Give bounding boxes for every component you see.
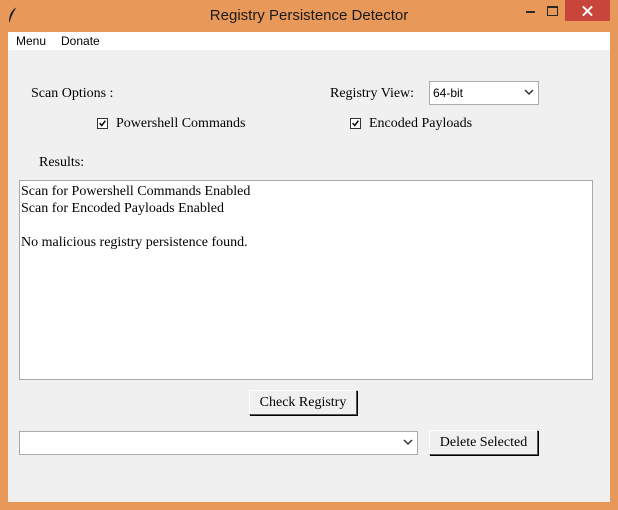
checkmark-icon [99,120,106,127]
scan-options-label: Scan Options : [31,86,114,101]
delete-selected-button[interactable]: Delete Selected [429,430,538,455]
chevron-down-icon [524,89,534,96]
results-line: Scan for Encoded Payloads Enabled [21,201,224,216]
powershell-checkbox-label[interactable]: Powershell Commands [116,116,246,132]
check-registry-button[interactable]: Check Registry [249,390,357,415]
results-textarea[interactable]: Scan for Powershell Commands Enabled Sca… [19,180,593,380]
main-panel: Scan Options : Registry View: 64-bit Pow… [8,50,610,502]
results-label: Results: [39,155,85,170]
registry-view-value: 64-bit [433,86,464,100]
app-window: Registry Persistence Detector Menu Donat… [0,0,618,510]
menu-bar: Menu Donate [8,32,610,50]
results-line: No malicious registry persistence found. [21,235,248,250]
encoded-payloads-checkbox[interactable] [350,118,361,129]
results-line: Scan for Powershell Commands Enabled [21,184,251,199]
encoded-payloads-checkbox-label[interactable]: Encoded Payloads [369,116,472,132]
detected-items-select[interactable] [19,431,418,455]
close-icon[interactable] [565,0,610,21]
title-bar[interactable]: Registry Persistence Detector [0,0,618,32]
registry-view-label: Registry View: [330,86,415,101]
registry-view-select[interactable]: 64-bit [429,81,539,105]
results-line [21,217,591,234]
checkmark-icon [352,120,359,127]
chevron-down-icon [403,439,413,446]
menu-item-menu[interactable]: Menu [16,34,46,48]
menu-item-donate[interactable]: Donate [61,34,100,48]
powershell-checkbox[interactable] [97,118,108,129]
maximize-icon[interactable] [540,0,566,21]
